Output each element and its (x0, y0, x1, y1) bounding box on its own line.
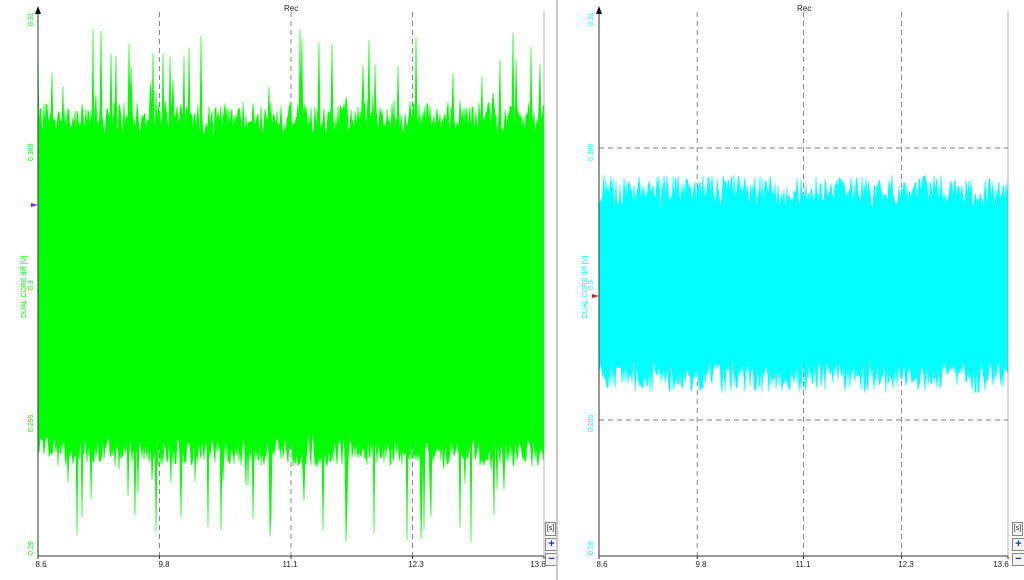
right-y-tick: 0.31 (588, 12, 595, 26)
left-x-tick: 12.3 (408, 560, 424, 569)
left-y-tick: 0.29 (28, 541, 35, 555)
right-x-tick: 11.1 (795, 560, 811, 569)
right-x-tick: 13.6 (993, 560, 1009, 569)
y-axis-arrow-icon (596, 6, 602, 14)
right-zoom-in-button[interactable]: + (1012, 538, 1024, 551)
signal-trace (598, 174, 1009, 394)
left-x-tick: 9.8 (158, 560, 170, 569)
left-chart-title: Rec (284, 4, 299, 13)
right-x-tick: 9.8 (695, 560, 707, 569)
right-chart-title: Rec (797, 4, 812, 13)
right-x-unit-label: [s] (1012, 522, 1023, 536)
right-chart-plot[interactable] (558, 0, 1024, 580)
left-y-axis-label: DUAL CORE diff [V] (21, 255, 28, 318)
right-zoom-out-button[interactable]: − (1012, 553, 1024, 566)
right-chart-panel: Rec DUAL CORE diff [V] 0.31 0.305 0.3 0.… (558, 0, 1024, 580)
right-y-tick: 0.3 (588, 280, 595, 290)
y-axis-arrow-icon (35, 6, 41, 14)
level-marker-icon (592, 294, 599, 298)
right-y-tick: 0.295 (588, 414, 595, 432)
left-chart-plot[interactable] (0, 0, 556, 580)
level-marker-icon (31, 203, 38, 207)
left-x-unit-label: [s] (545, 522, 556, 536)
right-x-tick: 12.3 (898, 560, 914, 569)
left-y-tick: 0.305 (28, 143, 35, 161)
left-x-tick: 8.6 (35, 560, 47, 569)
right-y-tick: 0.29 (588, 541, 595, 555)
left-chart-panel: Rec DUAL CORE diff [V] 0.31 0.305 0.3 0.… (0, 0, 558, 580)
right-x-tick: 8.6 (596, 560, 608, 569)
left-x-tick: 11.1 (282, 560, 298, 569)
left-x-tick: 13.6 (530, 560, 546, 569)
right-y-tick: 0.305 (588, 143, 595, 161)
left-y-tick: 0.295 (28, 414, 35, 432)
left-y-tick: 0.31 (28, 12, 35, 26)
left-y-tick: 0.3 (28, 280, 35, 290)
